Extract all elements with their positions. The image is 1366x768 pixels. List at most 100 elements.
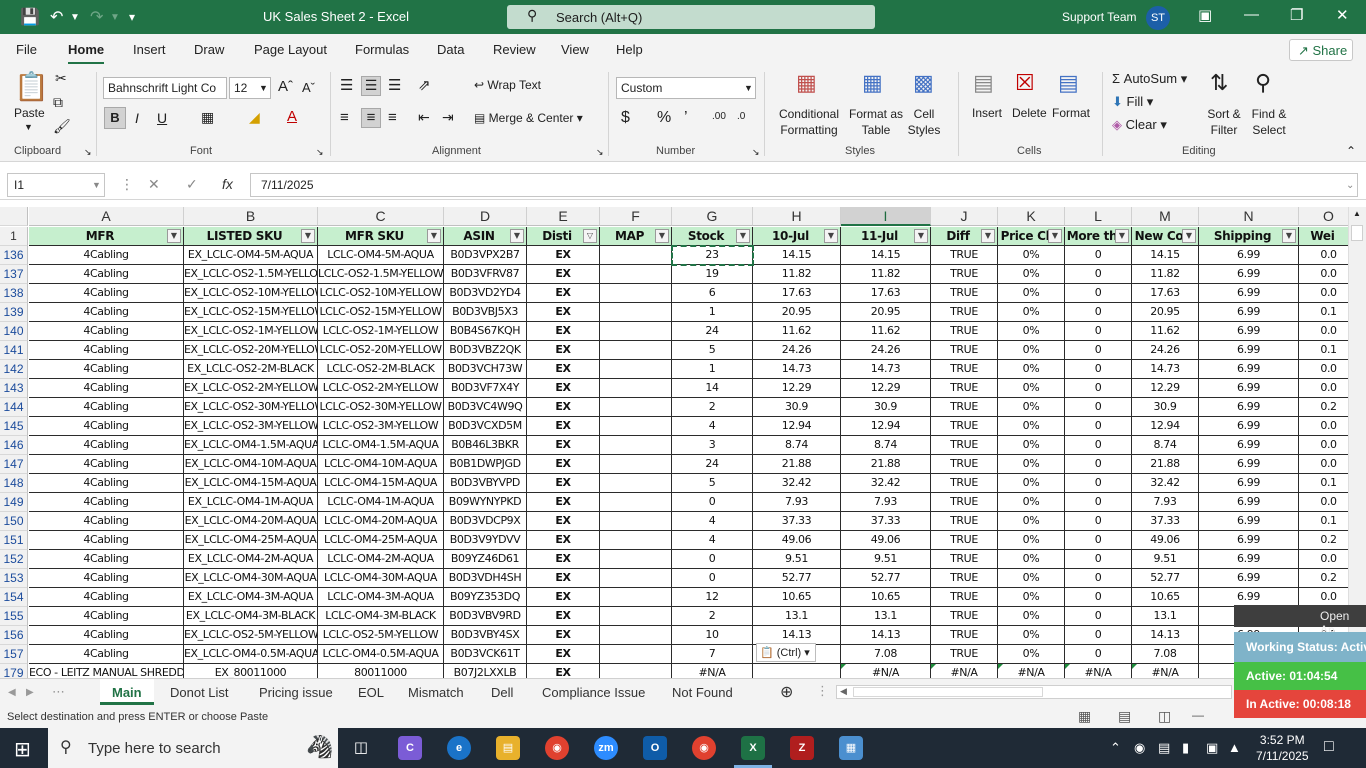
decrease-decimal-icon[interactable]: .0	[737, 111, 745, 122]
cell-more-than[interactable]: 0	[1065, 379, 1132, 398]
cell-stock[interactable]: 0	[672, 493, 753, 512]
cell-11-jul[interactable]: 49.06	[841, 531, 931, 550]
cell-disti[interactable]: EX	[527, 398, 600, 417]
cell-listed-sku[interactable]: EX_LCLC-OM4-3M-BLACK	[184, 607, 318, 626]
cell-weight[interactable]: 0.0	[1299, 284, 1348, 303]
cell-asin[interactable]: B0D3VF7X4Y	[444, 379, 527, 398]
cell-stock[interactable]: 0	[672, 569, 753, 588]
cell-asin[interactable]: B0D3VFRV87	[444, 265, 527, 284]
cell-11-jul[interactable]: 11.82	[841, 265, 931, 284]
cell-stock[interactable]: 2	[672, 607, 753, 626]
cell-disti[interactable]: EX	[527, 607, 600, 626]
autosum-button[interactable]: Σ AutoSum ▾	[1112, 71, 1187, 87]
cell-shipping[interactable]: 6.99	[1199, 341, 1299, 360]
cell-mfr[interactable]: 4Cabling	[29, 474, 184, 493]
header-cell-disti[interactable]: Disti ▽	[527, 227, 600, 246]
cell-listed-sku[interactable]: EX_LCLC-OM4-2M-AQUA	[184, 550, 318, 569]
cell-map[interactable]	[600, 664, 672, 678]
number-format-field[interactable]: Custom	[616, 77, 756, 99]
cell-weight[interactable]: 0.0	[1299, 379, 1348, 398]
bold-button[interactable]: B	[104, 107, 126, 129]
cancel-icon[interactable]: ✕	[148, 176, 160, 193]
cell-listed-sku[interactable]: EX_LCLC-OM4-1.5M-AQUA	[184, 436, 318, 455]
cell-asin[interactable]: B0D3VCH73W	[444, 360, 527, 379]
edge-icon[interactable]: e	[447, 736, 471, 760]
zoom-icon[interactable]: zm	[594, 736, 618, 760]
cell-listed-sku[interactable]: EX_80011000	[184, 664, 318, 678]
cell-asin[interactable]: B07J2LXXLB	[444, 664, 527, 678]
cell-stock[interactable]: 4	[672, 512, 753, 531]
increase-indent-icon[interactable]: ⇥	[442, 109, 454, 126]
split-handle-icon[interactable]: ⋮	[816, 683, 829, 699]
cell-11-jul[interactable]: 14.73	[841, 360, 931, 379]
orientation-icon[interactable]: ⇗	[418, 76, 431, 94]
cell-10-jul[interactable]: 11.62	[753, 322, 841, 341]
cell-mfr[interactable]: 4Cabling	[29, 417, 184, 436]
cell-mfr-sku[interactable]: LCLC-OM4-5M-AQUA	[318, 246, 444, 265]
cell-asin[interactable]: B0D3VBJ5X3	[444, 303, 527, 322]
cell-11-jul[interactable]: 52.77	[841, 569, 931, 588]
cell-11-jul[interactable]: 32.42	[841, 474, 931, 493]
cell-map[interactable]	[600, 474, 672, 493]
cell-more-than[interactable]: 0	[1065, 417, 1132, 436]
cell-stock[interactable]: 23	[672, 246, 753, 265]
cell-disti[interactable]: EX	[527, 417, 600, 436]
cell-more-than[interactable]: 0	[1065, 550, 1132, 569]
decrease-font-icon[interactable]: Aˇ	[302, 80, 315, 95]
currency-icon[interactable]: $	[621, 109, 630, 127]
undo-icon[interactable]: ↶	[50, 7, 63, 27]
cell-shipping[interactable]: 6.99	[1199, 398, 1299, 417]
delete-cells-icon[interactable]: ☒	[1015, 70, 1035, 96]
header-cell-shipping[interactable]: Shipping ▼	[1199, 227, 1299, 246]
cut-icon[interactable]: ✂	[55, 70, 67, 87]
cell-stock[interactable]: 1	[672, 303, 753, 322]
cell-diff[interactable]: TRUE	[931, 322, 998, 341]
cell-new-cost[interactable]: 32.42	[1132, 474, 1199, 493]
cell-price-change[interactable]: #N/A	[998, 664, 1065, 678]
filter-dropdown-icon[interactable]: ▼	[510, 229, 524, 243]
cell-price-change[interactable]: 0%	[998, 398, 1065, 417]
sheet-tab-pricing-issue[interactable]: Pricing issue	[259, 685, 333, 700]
cell-10-jul[interactable]: 8.74	[753, 436, 841, 455]
cell-new-cost[interactable]: 17.63	[1132, 284, 1199, 303]
find-select-button[interactable]: Find & Select	[1246, 106, 1292, 138]
cell-mfr-sku[interactable]: LCLC-OM4-20M-AQUA	[318, 512, 444, 531]
cell-more-than[interactable]: 0	[1065, 360, 1132, 379]
cell-mfr[interactable]: 4Cabling	[29, 360, 184, 379]
cell-10-jul[interactable]: 14.15	[753, 246, 841, 265]
cell-stock[interactable]: 3	[672, 436, 753, 455]
cell-more-than[interactable]: 0	[1065, 512, 1132, 531]
cell-disti[interactable]: EX	[527, 550, 600, 569]
cell-more-than[interactable]: 0	[1065, 303, 1132, 322]
user-name[interactable]: Support Team	[1062, 10, 1137, 24]
cell-11-jul[interactable]: 7.93	[841, 493, 931, 512]
cell-asin[interactable]: B09YZ46D61	[444, 550, 527, 569]
cell-price-change[interactable]: 0%	[998, 626, 1065, 645]
chrome-icon[interactable]: ◉	[545, 736, 569, 760]
cell-listed-sku[interactable]: EX_LCLC-OS2-5M-YELLOW	[184, 626, 318, 645]
cell-asin[interactable]: B0B46L3BKR	[444, 436, 527, 455]
network-icon[interactable]: ▣	[1206, 740, 1218, 756]
cell-listed-sku[interactable]: EX_LCLC-OS2-20M-YELLOW	[184, 341, 318, 360]
cell-weight[interactable]: 0.1	[1299, 341, 1348, 360]
cell-weight[interactable]: 0.0	[1299, 322, 1348, 341]
cell-new-cost[interactable]: 13.1	[1132, 607, 1199, 626]
conditional-formatting-icon[interactable]: ▦	[796, 70, 817, 96]
share-button[interactable]: ↗ Share	[1289, 39, 1353, 61]
column-header-i[interactable]: I	[841, 207, 931, 226]
cell-price-change[interactable]: 0%	[998, 284, 1065, 303]
cell-listed-sku[interactable]: EX_LCLC-OS2-10M-YELLOW	[184, 284, 318, 303]
cell-more-than[interactable]: 0	[1065, 531, 1132, 550]
cell-map[interactable]	[600, 360, 672, 379]
cell-diff[interactable]: TRUE	[931, 607, 998, 626]
fill-button[interactable]: ⬇ Fill ▾	[1112, 94, 1153, 110]
sheet-tab-not-found[interactable]: Not Found	[672, 685, 733, 700]
cell-disti[interactable]: EX	[527, 341, 600, 360]
cell-mfr[interactable]: 4Cabling	[29, 645, 184, 664]
filter-dropdown-icon[interactable]: ▼	[824, 229, 838, 243]
cell-map[interactable]	[600, 455, 672, 474]
row-header[interactable]: 153	[0, 569, 28, 588]
sheet-tab-mismatch[interactable]: Mismatch	[408, 685, 464, 700]
cell-diff[interactable]: TRUE	[931, 436, 998, 455]
cell-diff[interactable]: TRUE	[931, 284, 998, 303]
